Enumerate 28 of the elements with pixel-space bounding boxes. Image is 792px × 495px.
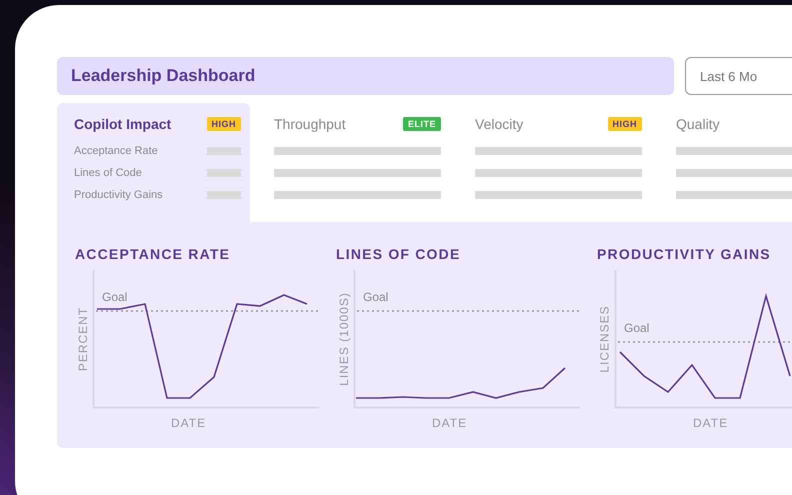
dashboard-title-bar: Leadership Dashboard — [57, 57, 674, 95]
goal-label: Goal — [102, 290, 128, 304]
y-axis-label: LICENSES — [598, 305, 612, 373]
x-axis-label: DATE — [171, 416, 206, 430]
rating-badge: HIGH — [608, 117, 642, 131]
metric-tab[interactable]: Copilot Impact HIGH Acceptance Rate Lines of Code Productivity Gains — [57, 103, 250, 222]
chart-title: PRODUCTIVITY GAINS — [597, 246, 771, 262]
metric-label: Productivity Gains — [74, 189, 163, 201]
x-axis-label: DATE — [693, 416, 728, 430]
chart-title: ACCEPTANCE RATE — [75, 246, 230, 262]
skeleton-bar — [207, 147, 241, 155]
rating-badge: HIGH — [206, 117, 241, 131]
skeleton-bar — [207, 191, 241, 199]
rating-badge: ELITE — [402, 117, 441, 131]
tab-title: Velocity — [475, 116, 524, 132]
skeleton-bar — [207, 169, 241, 177]
x-axis-label: DATE — [432, 416, 468, 430]
tab-title: Throughput — [274, 116, 346, 132]
y-axis-label: LINES (1000S) — [337, 292, 351, 386]
chart-title: LINES OF CODE — [336, 246, 460, 262]
tab-title: Quality — [676, 116, 720, 132]
goal-label: Goal — [363, 290, 388, 304]
metric-label: Acceptance Rate — [74, 145, 158, 157]
goal-label: Goal — [624, 321, 650, 335]
tab-title: Copilot Impact — [74, 116, 172, 132]
metric-label: Lines of Code — [74, 167, 142, 179]
period-dropdown[interactable]: Last 6 Mo — [685, 57, 792, 95]
y-axis-label: PERCENT — [76, 306, 90, 372]
